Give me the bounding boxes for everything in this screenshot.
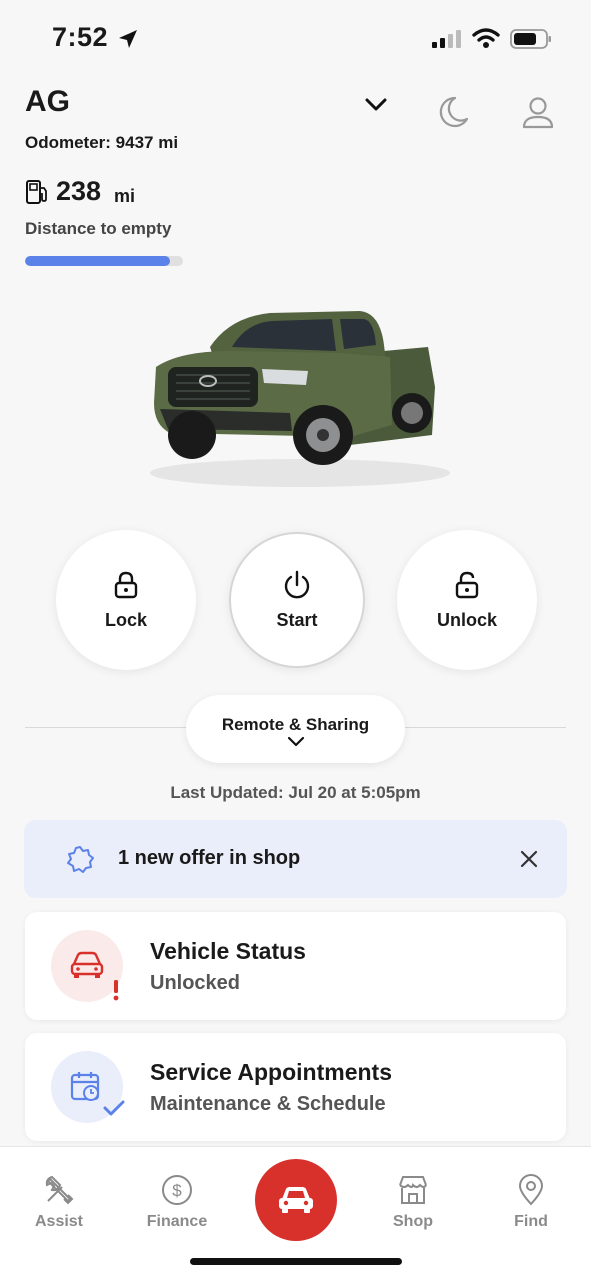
service-appointments-title: Service Appointments (150, 1059, 392, 1085)
vehicle-status-subtitle: Unlocked (150, 972, 241, 994)
service-appointments-card[interactable]: Service Appointments Maintenance & Sched… (25, 1033, 566, 1141)
chevron-down-icon (287, 736, 304, 746)
alert-exclamation-icon (113, 980, 119, 1001)
offer-text: 1 new offer in shop (118, 847, 301, 869)
start-label: Start (276, 609, 318, 630)
lock-button[interactable]: Lock (56, 530, 196, 670)
location-arrow-icon (119, 30, 137, 48)
nav-assist[interactable]: Assist (14, 1173, 104, 1231)
dollar-icon: $ (162, 1175, 192, 1205)
remote-sharing-label: Remote & Sharing (221, 714, 370, 734)
vehicle-name: AG (25, 85, 70, 118)
svg-text:$: $ (172, 1181, 182, 1200)
unlock-label: Unlock (436, 609, 497, 630)
wifi-icon (472, 28, 500, 48)
service-appointments-subtitle: Maintenance & Schedule (150, 1093, 386, 1115)
nav-shop-label: Shop (393, 1213, 433, 1230)
vehicle-status-icon-circle (51, 930, 123, 1002)
vehicle-selector-chevron-icon[interactable] (362, 94, 390, 116)
offer-badge-icon (67, 846, 94, 873)
close-icon[interactable] (518, 848, 540, 870)
nav-shop[interactable]: Shop (368, 1173, 458, 1231)
signal-icon (432, 30, 461, 48)
storefront-icon (399, 1176, 427, 1204)
unlock-button[interactable]: Unlock (397, 530, 537, 670)
power-icon (284, 570, 310, 598)
unlock-icon (455, 571, 479, 598)
fuel-level-fill (25, 256, 171, 266)
remote-sharing-button[interactable]: Remote & Sharing (186, 695, 405, 763)
lock-icon (114, 571, 138, 598)
nav-finance-label: Finance (146, 1213, 208, 1230)
nav-vehicle-button[interactable] (255, 1159, 337, 1241)
home-indicator (190, 1258, 402, 1265)
tools-icon (45, 1175, 74, 1205)
vehicle-status-card[interactable]: Vehicle Status Unlocked (25, 912, 566, 1020)
fuel-pump-icon (26, 180, 47, 204)
last-updated: Last Updated: Jul 20 at 5:05pm (170, 783, 421, 802)
lock-label: Lock (104, 609, 147, 630)
nav-assist-label: Assist (34, 1213, 84, 1230)
car-icon (279, 1187, 313, 1213)
service-icon-circle (51, 1051, 125, 1123)
moon-icon[interactable] (437, 95, 469, 129)
range-unit: mi (114, 186, 136, 206)
vehicle-image (150, 311, 450, 487)
car-alert-icon (70, 951, 104, 978)
profile-icon[interactable] (520, 96, 556, 130)
fuel-level-bar (25, 256, 183, 266)
status-time: 7:52 (52, 22, 109, 52)
nav-find[interactable]: Find (486, 1173, 576, 1231)
offer-banner[interactable]: 1 new offer in shop (24, 820, 567, 898)
checkmark-icon (103, 1100, 125, 1116)
odometer: Odometer: 9437 mi (25, 133, 179, 152)
vehicle-status-title: Vehicle Status (150, 938, 306, 964)
range-value: 238 (56, 176, 102, 206)
calendar-check-icon (70, 1072, 100, 1101)
distance-to-empty-label: Distance to empty (25, 219, 172, 238)
start-button[interactable]: Start (229, 532, 365, 668)
nav-finance[interactable]: $ Finance (132, 1173, 222, 1231)
nav-find-label: Find (514, 1213, 548, 1230)
location-pin-icon (518, 1174, 544, 1206)
battery-icon (510, 29, 551, 49)
